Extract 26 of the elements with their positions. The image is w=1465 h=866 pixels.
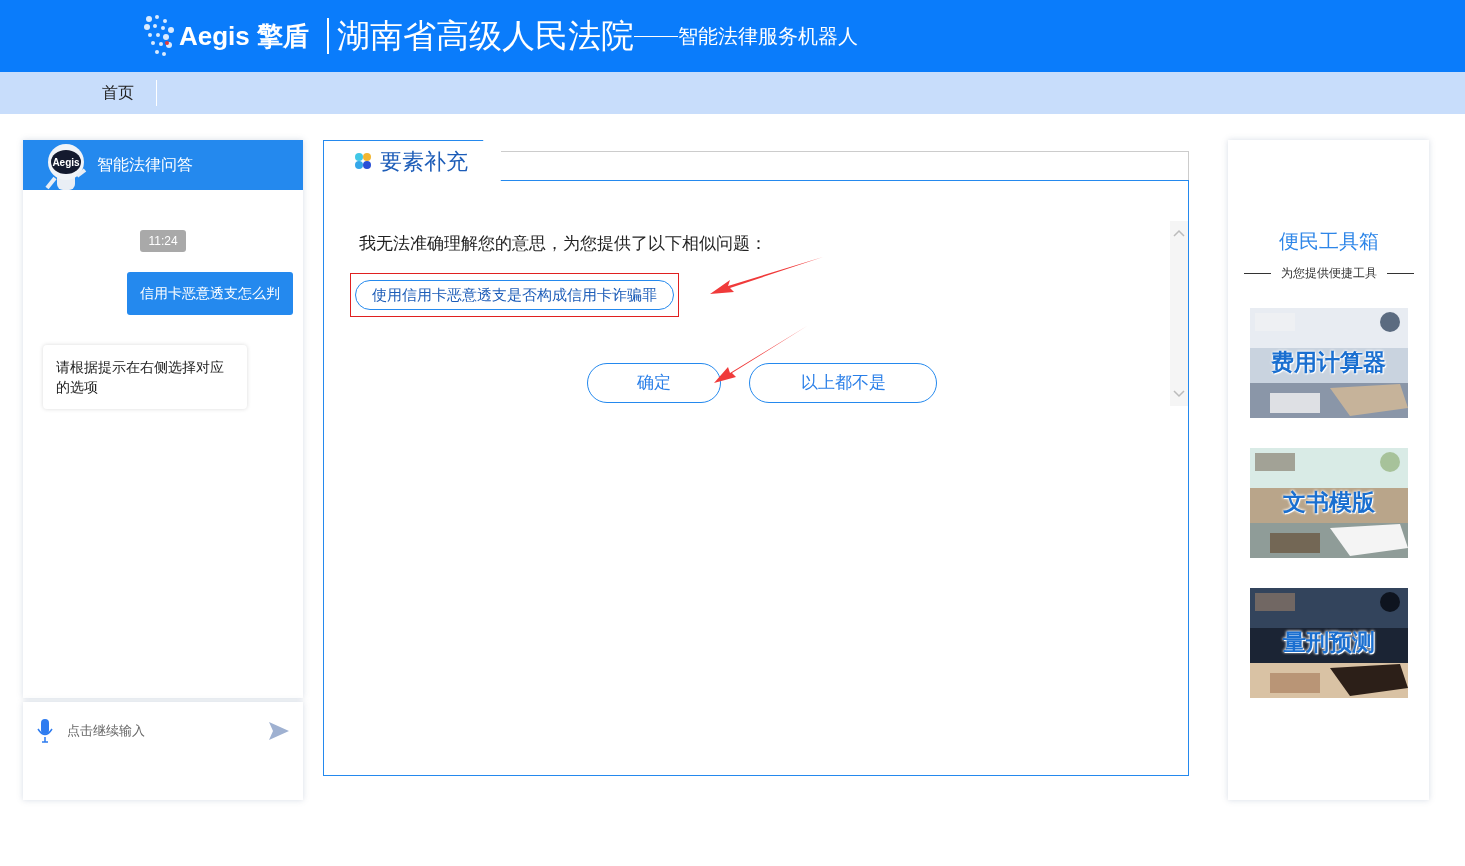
tool-card[interactable]: 量刑预测	[1249, 588, 1408, 698]
bot-message: 请根据提示在右侧选择对应的选项	[43, 345, 247, 409]
nav-link[interactable]: 首页	[80, 81, 156, 105]
toolbox-title: 便民工具箱	[1278, 229, 1379, 254]
logo-text: Aegis 擎盾	[179, 19, 310, 53]
scrollbar[interactable]	[1170, 221, 1188, 406]
none-of-above-button[interactable]: 以上都不是	[749, 363, 937, 403]
send-icon[interactable]	[269, 722, 289, 740]
logo-icon	[143, 13, 175, 59]
court-title: 湖南省高级人民法院	[337, 16, 635, 57]
site-subtitle: 智能法律服务机器人	[678, 24, 859, 49]
chat-title: 智能法律问答	[97, 155, 193, 175]
prompt-text: 我无法准确理解您的意思，为您提供了以下相似问题：	[359, 233, 767, 255]
tool-card[interactable]: 费用计算器	[1249, 308, 1408, 418]
panel-tab[interactable]: 要素补充	[323, 140, 501, 181]
scroll-up-icon[interactable]	[1173, 229, 1185, 237]
suggested-question-button[interactable]: 使用信用卡恶意透支是否构成信用卡诈骗罪	[355, 279, 674, 310]
tool-card[interactable]: 文书模版	[1249, 448, 1408, 558]
microphone-icon[interactable]	[37, 718, 53, 744]
scroll-down-icon[interactable]	[1173, 390, 1185, 398]
clover-icon	[354, 152, 372, 170]
confirm-button[interactable]: 确定	[587, 363, 721, 403]
user-message: 信用卡恶意透支怎么判	[127, 272, 293, 315]
message-time: 11:24	[140, 230, 186, 252]
message-input-field[interactable]: 点击继续输入	[67, 718, 269, 742]
toolbox-subtitle: 为您提供便捷工具	[1280, 265, 1377, 282]
